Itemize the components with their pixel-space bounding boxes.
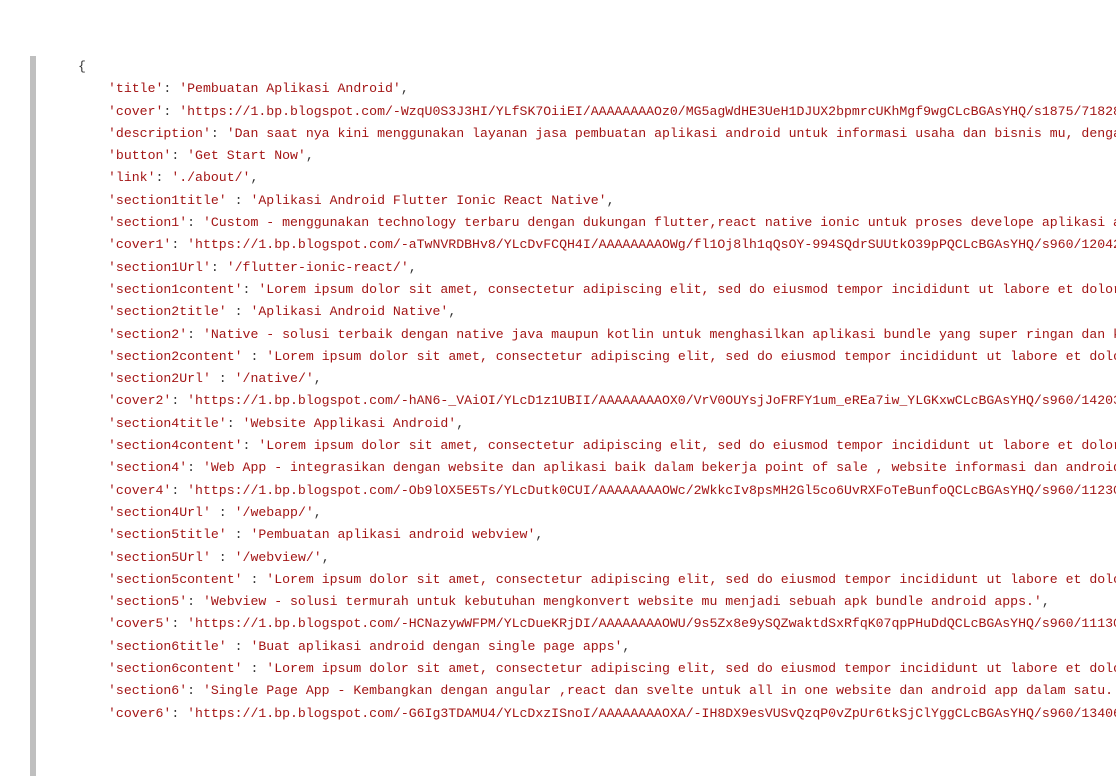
page: { 'title': 'Pembuatan Aplikasi Android',… xyxy=(0,0,1120,776)
editor-gutter xyxy=(30,56,36,776)
code-block[interactable]: { 'title': 'Pembuatan Aplikasi Android',… xyxy=(78,56,1116,776)
